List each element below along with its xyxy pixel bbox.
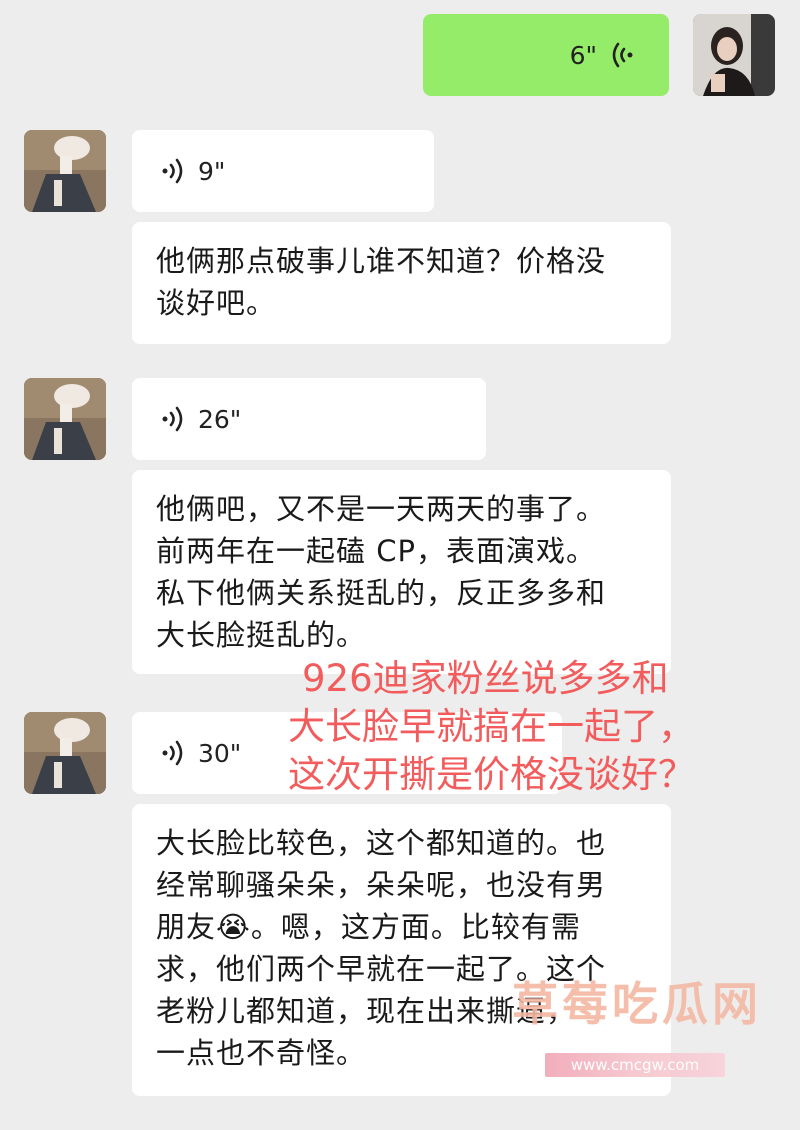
overlay-caption-line: 这次开撕是价格没谈好？ <box>288 753 695 796</box>
contact-voice-message[interactable]: 26" <box>132 378 486 460</box>
message-line: 经常聊骚朵朵，朵朵呢，也没有男 <box>156 868 607 902</box>
message-line: 私下他俩关系挺乱的，反正多多和 <box>156 576 607 610</box>
contact-text-message[interactable]: 他俩吧，又不是一天两天的事了。 前两年在一起磕 CP，表面演戏。 私下他俩关系挺… <box>132 470 671 674</box>
voice-wave-icon <box>162 740 183 766</box>
chat-screen: { "messages": { "m1": {"sender": "self",… <box>0 0 800 1130</box>
voice-duration: 6" <box>569 40 597 70</box>
watermark-url: www.cmcgw.com <box>545 1053 725 1077</box>
contact-text-message[interactable]: 他俩那点破事儿谁不知道？价格没 谈好吧。 <box>132 222 671 344</box>
self-avatar[interactable] <box>693 14 775 96</box>
message-line: 前两年在一起磕 CP，表面演戏。 <box>156 534 596 568</box>
contact-avatar[interactable] <box>24 378 106 460</box>
self-voice-message[interactable]: 6" <box>423 14 669 96</box>
voice-duration: 26" <box>198 404 242 434</box>
message-line: 他俩那点破事儿谁不知道？价格没 <box>156 244 607 278</box>
message-line: 他俩吧，又不是一天两天的事了。 <box>156 492 607 526</box>
overlay-caption-line: 大长脸早就搞在一起了， <box>288 705 695 748</box>
message-line: 大长脸挺乱的。 <box>156 618 367 652</box>
overlay-caption-line: 926迪家粉丝说多多和 <box>302 657 669 700</box>
voice-wave-icon <box>162 158 183 184</box>
contact-avatar[interactable] <box>24 130 106 212</box>
voice-duration: 30" <box>198 738 242 768</box>
contact-voice-message[interactable]: 9" <box>132 130 434 212</box>
voice-wave-icon <box>612 42 633 68</box>
message-line: 谈好吧。 <box>156 286 277 320</box>
contact-avatar[interactable] <box>24 712 106 794</box>
watermark-logo: 草莓吃瓜网 <box>512 977 762 1031</box>
message-line: 朋友😭。嗯，这方面。比较有需 <box>156 910 581 944</box>
voice-duration: 9" <box>198 156 226 186</box>
message-line: 大长脸比较色，这个都知道的。也 <box>156 826 607 860</box>
voice-wave-icon <box>162 406 183 432</box>
